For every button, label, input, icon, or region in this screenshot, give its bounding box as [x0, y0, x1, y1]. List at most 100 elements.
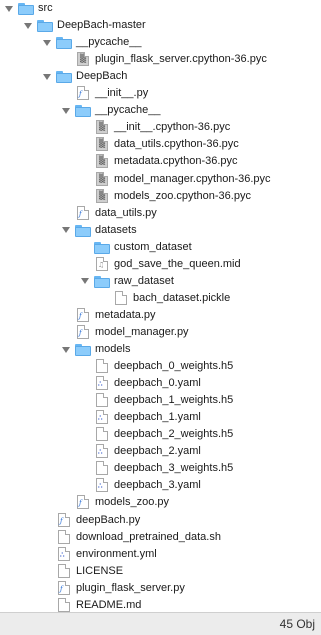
- tree-folder-row[interactable]: src: [0, 0, 321, 17]
- status-bar: 45 Obj: [0, 612, 321, 635]
- tree-file-row[interactable]: download_pretrained_data.sh: [0, 529, 321, 546]
- tree-file-row[interactable]: ▒ __init__.cpython-36.pyc: [0, 119, 321, 136]
- tree-item-label: deepbach_1.yaml: [114, 411, 201, 424]
- disclosure-triangle-expanded-icon[interactable]: [61, 222, 71, 239]
- tree-item-label: metadata.py: [95, 308, 156, 321]
- tree-folder-row[interactable]: __pycache__: [0, 102, 321, 119]
- tree-file-row[interactable]: ∴ deepbach_0.yaml: [0, 375, 321, 392]
- yaml-file-icon: ∴: [94, 410, 110, 425]
- tree-file-row[interactable]: ƒ deepBach.py: [0, 512, 321, 529]
- tree-file-row[interactable]: deepbach_3_weights.h5: [0, 460, 321, 477]
- tree-item-label: deepBach.py: [76, 513, 141, 526]
- tree-file-row[interactable]: ▒ models_zoo.cpython-36.pyc: [0, 188, 321, 205]
- tree-file-row[interactable]: ƒ __init__.py: [0, 85, 321, 102]
- tree-file-row[interactable]: ∴ environment.yml: [0, 546, 321, 563]
- tree-item-label: download_pretrained_data.sh: [76, 530, 221, 543]
- tree-folder-row[interactable]: DeepBach: [0, 68, 321, 85]
- tree-folder-row[interactable]: custom_dataset: [0, 239, 321, 256]
- disclosure-triangle-expanded-icon[interactable]: [80, 273, 90, 290]
- tree-item-label: god_save_the_queen.mid: [114, 257, 241, 270]
- tree-item-label: LICENSE: [76, 564, 124, 577]
- disclosure-triangle-expanded-icon[interactable]: [23, 17, 33, 34]
- tree-folder-row[interactable]: DeepBach-master: [0, 17, 321, 34]
- tree-item-label: __pycache__: [95, 104, 161, 117]
- yaml-file-icon: ∴: [94, 444, 110, 459]
- audio-file-icon: ♫: [94, 256, 110, 272]
- python-file-icon: ƒ: [75, 86, 91, 101]
- tree-folder-row[interactable]: raw_dataset: [0, 273, 321, 290]
- tree-file-row[interactable]: ▒ metadata.cpython-36.pyc: [0, 153, 321, 170]
- document-icon: [94, 427, 110, 442]
- folder-icon: [37, 18, 53, 33]
- tree-file-row[interactable]: deepbach_2_weights.h5: [0, 426, 321, 443]
- document-icon: [94, 359, 110, 374]
- tree-item-label: deepbach_3.yaml: [114, 479, 201, 492]
- tree-item-label: plugin_flask_server.cpython-36.pyc: [95, 53, 267, 66]
- tree-file-row[interactable]: deepbach_0_weights.h5: [0, 358, 321, 375]
- tree-file-row[interactable]: ▒ data_utils.cpython-36.pyc: [0, 136, 321, 153]
- tree-file-row[interactable]: ƒ metadata.py: [0, 307, 321, 324]
- folder-icon: [75, 103, 91, 118]
- tree-folder-row[interactable]: __pycache__: [0, 34, 321, 51]
- tree-item-label: deepbach_0.yaml: [114, 377, 201, 390]
- file-tree: src DeepBach-master __pycache__ ▒ plugin_fla…: [0, 0, 321, 612]
- folder-icon: [75, 342, 91, 357]
- tree-file-row[interactable]: ∴ deepbach_1.yaml: [0, 409, 321, 426]
- folder-icon: [56, 35, 72, 50]
- tree-file-row[interactable]: deepbach_1_weights.h5: [0, 392, 321, 409]
- tree-file-row[interactable]: ƒ model_manager.py: [0, 324, 321, 341]
- tree-folder-row[interactable]: datasets: [0, 222, 321, 239]
- tree-file-row[interactable]: ∴ deepbach_3.yaml: [0, 477, 321, 494]
- document-icon: [94, 461, 110, 476]
- compiled-file-icon: ▒: [94, 188, 110, 204]
- tree-item-label: deepbach_2_weights.h5: [114, 428, 234, 441]
- folder-icon: [75, 223, 91, 238]
- python-file-icon: ƒ: [75, 324, 91, 340]
- tree-item-label: models: [95, 343, 131, 355]
- disclosure-triangle-expanded-icon[interactable]: [42, 34, 52, 51]
- tree-item-label: src: [38, 2, 53, 14]
- disclosure-triangle-expanded-icon[interactable]: [42, 68, 52, 85]
- folder-icon: [94, 274, 110, 289]
- document-icon: [56, 529, 72, 545]
- tree-file-row[interactable]: ∴ deepbach_2.yaml: [0, 443, 321, 460]
- folder-icon: [18, 1, 34, 16]
- tree-item-label: datasets: [95, 223, 137, 236]
- tree-item-label: __init__.py: [95, 87, 149, 100]
- yaml-file-icon: ∴: [94, 478, 110, 493]
- tree-file-row[interactable]: ƒ plugin_flask_server.py: [0, 580, 321, 597]
- tree-item-label: model_manager.cpython-36.pyc: [114, 172, 271, 185]
- tree-item-label: deepbach_1_weights.h5: [114, 394, 234, 407]
- tree-file-row[interactable]: ƒ models_zoo.py: [0, 494, 321, 511]
- tree-item-label: environment.yml: [76, 547, 157, 560]
- python-file-icon: ƒ: [56, 512, 72, 528]
- tree-item-label: __init__.cpython-36.pyc: [114, 121, 231, 134]
- folder-icon: [94, 240, 110, 255]
- tree-item-label: data_utils.cpython-36.pyc: [114, 138, 239, 151]
- tree-file-row[interactable]: ƒ data_utils.py: [0, 205, 321, 222]
- tree-file-row[interactable]: ▒ model_manager.cpython-36.pyc: [0, 171, 321, 188]
- tree-item-label: custom_dataset: [114, 240, 192, 253]
- disclosure-triangle-expanded-icon[interactable]: [61, 102, 71, 119]
- tree-item-label: deepbach_0_weights.h5: [114, 360, 234, 373]
- python-file-icon: ƒ: [75, 205, 91, 221]
- tree-item-label: raw_dataset: [114, 274, 174, 287]
- disclosure-triangle-expanded-icon[interactable]: [61, 341, 71, 358]
- tree-item-label: plugin_flask_server.py: [76, 581, 185, 594]
- tree-file-row[interactable]: bach_dataset.pickle: [0, 290, 321, 307]
- tree-file-row[interactable]: ♫ god_save_the_queen.mid: [0, 256, 321, 273]
- compiled-file-icon: ▒: [94, 171, 110, 187]
- tree-item-label: deepbach_2.yaml: [114, 445, 201, 458]
- tree-folder-row[interactable]: models: [0, 341, 321, 358]
- yaml-file-icon: ∴: [94, 376, 110, 391]
- tree-file-row[interactable]: LICENSE: [0, 563, 321, 580]
- document-icon: [56, 563, 72, 579]
- tree-file-row[interactable]: ▒ plugin_flask_server.cpython-36.pyc: [0, 51, 321, 68]
- disclosure-triangle-expanded-icon[interactable]: [4, 0, 14, 17]
- tree-item-label: model_manager.py: [95, 325, 189, 338]
- tree-item-label: models_zoo.py: [95, 496, 169, 509]
- compiled-file-icon: ▒: [94, 137, 110, 152]
- tree-item-label: DeepBach-master: [57, 19, 146, 32]
- tree-item-label: deepbach_3_weights.h5: [114, 462, 234, 475]
- document-icon: [56, 597, 72, 613]
